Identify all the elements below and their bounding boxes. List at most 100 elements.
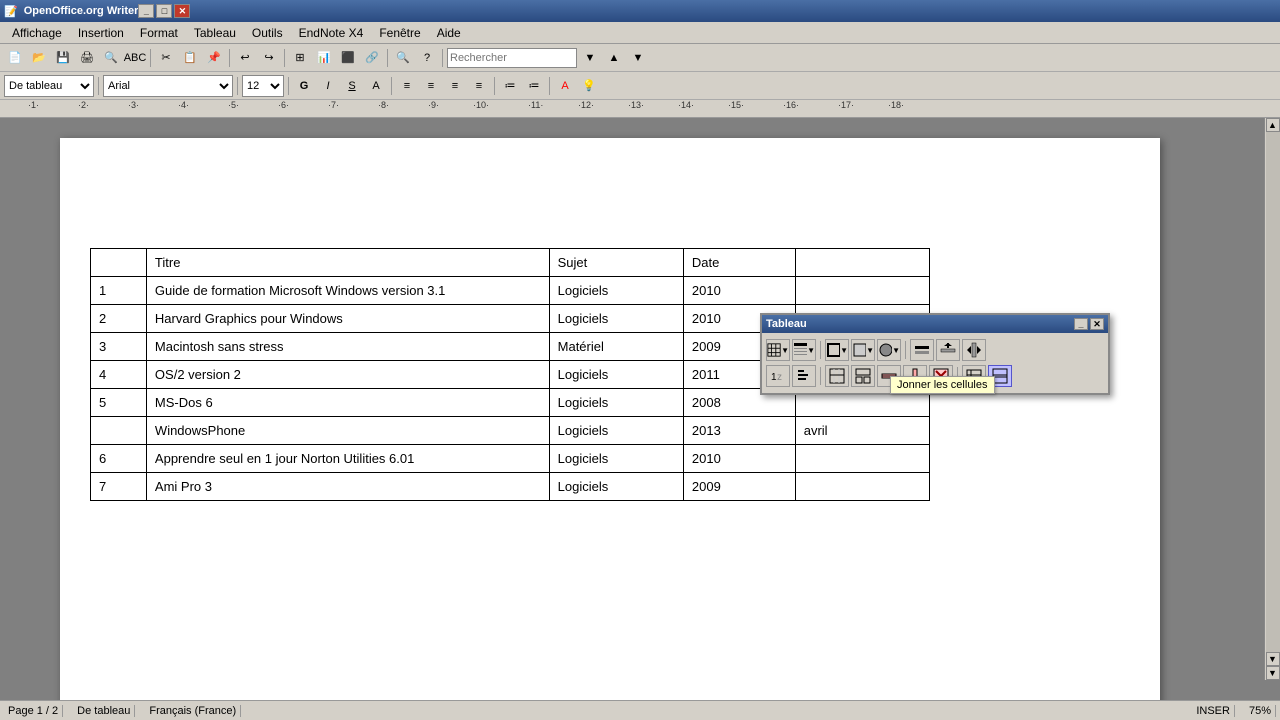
search-go-button[interactable]: ▼ bbox=[579, 47, 601, 69]
menu-affichage[interactable]: Affichage bbox=[4, 24, 70, 42]
optimize-button[interactable] bbox=[910, 339, 934, 361]
list-num-button[interactable]: ≔ bbox=[499, 75, 521, 97]
search-input[interactable] bbox=[447, 48, 577, 68]
panel-minimize-button[interactable]: _ bbox=[1074, 318, 1088, 330]
align-justify-button[interactable]: ≡ bbox=[468, 75, 490, 97]
menu-fenetre[interactable]: Fenêtre bbox=[371, 24, 428, 42]
cut-button[interactable]: ✂ bbox=[155, 47, 177, 69]
help-button[interactable]: ? bbox=[416, 47, 438, 69]
menu-outils[interactable]: Outils bbox=[244, 24, 291, 42]
cell-num-3[interactable]: 3 bbox=[91, 333, 147, 361]
table-button[interactable]: ⊞ bbox=[289, 47, 311, 69]
font-color-button[interactable]: A bbox=[554, 75, 576, 97]
background-button[interactable]: ▼ bbox=[851, 339, 875, 361]
italic-button[interactable]: I bbox=[317, 75, 339, 97]
cell-num-5[interactable]: 5 bbox=[91, 389, 147, 417]
cell-num-2[interactable]: 2 bbox=[91, 305, 147, 333]
spell-button[interactable]: ABC bbox=[124, 47, 146, 69]
align-center-button[interactable]: ≡ bbox=[420, 75, 442, 97]
undo-button[interactable]: ↩ bbox=[234, 47, 256, 69]
font-select[interactable]: Arial bbox=[103, 75, 233, 97]
cell-titre-7[interactable]: Ami Pro 3 bbox=[146, 473, 549, 501]
cell-sujet-6[interactable]: Logiciels bbox=[549, 445, 683, 473]
open-button[interactable]: 📂 bbox=[28, 47, 50, 69]
cell-num-4[interactable]: 4 bbox=[91, 361, 147, 389]
redo-button[interactable]: ↪ bbox=[258, 47, 280, 69]
align-top-button[interactable]: ▼ bbox=[792, 339, 816, 361]
cell-date-6[interactable]: 2010 bbox=[683, 445, 795, 473]
scroll-track[interactable] bbox=[1266, 132, 1280, 652]
scroll-up-button[interactable]: ▲ bbox=[1266, 118, 1280, 132]
paste-button[interactable]: 📌 bbox=[203, 47, 225, 69]
cell-sujet-2[interactable]: Logiciels bbox=[549, 305, 683, 333]
maximize-button[interactable]: □ bbox=[156, 4, 172, 18]
underline-button[interactable]: S bbox=[341, 75, 363, 97]
scroll-down2-button[interactable]: ▼ bbox=[1266, 666, 1280, 680]
size-select[interactable]: 12 bbox=[242, 75, 284, 97]
cell-extra-7[interactable] bbox=[795, 473, 929, 501]
cell-extra-1[interactable] bbox=[795, 277, 929, 305]
split-cells-button[interactable] bbox=[851, 365, 875, 387]
menu-format[interactable]: Format bbox=[132, 24, 186, 42]
insert-row-above-button[interactable] bbox=[936, 339, 960, 361]
cell-sujet-4[interactable]: Logiciels bbox=[549, 361, 683, 389]
cell-extra-6[interactable] bbox=[795, 445, 929, 473]
style-select[interactable]: De tableau bbox=[4, 75, 94, 97]
menu-aide[interactable]: Aide bbox=[429, 24, 469, 42]
header-date[interactable]: Date bbox=[683, 249, 795, 277]
menu-insertion[interactable]: Insertion bbox=[70, 24, 132, 42]
cell-sujet-1[interactable]: Logiciels bbox=[549, 277, 683, 305]
field-button[interactable]: ⬛ bbox=[337, 47, 359, 69]
hyperlink-button[interactable]: 🔗 bbox=[361, 47, 383, 69]
header-titre[interactable]: Titre bbox=[146, 249, 549, 277]
cell-num-1[interactable]: 1 bbox=[91, 277, 147, 305]
align-right-button[interactable]: ≡ bbox=[444, 75, 466, 97]
cell-titre-5b[interactable]: WindowsPhone bbox=[146, 417, 549, 445]
cell-sujet-7[interactable]: Logiciels bbox=[549, 473, 683, 501]
color-button[interactable]: ▼ bbox=[877, 339, 901, 361]
cell-num-6[interactable]: 6 bbox=[91, 445, 147, 473]
cell-extra-5b[interactable]: avril bbox=[795, 417, 929, 445]
close-button[interactable]: ✕ bbox=[174, 4, 190, 18]
cell-titre-1[interactable]: Guide de formation Microsoft Windows ver… bbox=[146, 277, 549, 305]
cell-titre-4[interactable]: OS/2 version 2 bbox=[146, 361, 549, 389]
sort-desc-button[interactable] bbox=[792, 365, 816, 387]
insert-table-button[interactable]: ▼ bbox=[766, 339, 790, 361]
chart-button[interactable]: 📊 bbox=[313, 47, 335, 69]
panel-title-bar[interactable]: Tableau _ ✕ bbox=[762, 315, 1108, 333]
sort-asc-button[interactable]: 1z bbox=[766, 365, 790, 387]
menu-tableau[interactable]: Tableau bbox=[186, 24, 244, 42]
cell-num-5b[interactable] bbox=[91, 417, 147, 445]
panel-close-button[interactable]: ✕ bbox=[1090, 318, 1104, 330]
cell-date-1[interactable]: 2010 bbox=[683, 277, 795, 305]
print-button[interactable]: 🖨 bbox=[76, 47, 98, 69]
menu-endnote[interactable]: EndNote X4 bbox=[291, 24, 372, 42]
cell-titre-6[interactable]: Apprendre seul en 1 jour Norton Utilitie… bbox=[146, 445, 549, 473]
minimize-button[interactable]: _ bbox=[138, 4, 154, 18]
border-button[interactable]: ▼ bbox=[825, 339, 849, 361]
cell-titre-5[interactable]: MS-Dos 6 bbox=[146, 389, 549, 417]
cell-titre-2[interactable]: Harvard Graphics pour Windows bbox=[146, 305, 549, 333]
list-bullet-button[interactable]: ≔ bbox=[523, 75, 545, 97]
cell-sujet-5b[interactable]: Logiciels bbox=[549, 417, 683, 445]
header-sujet[interactable]: Sujet bbox=[549, 249, 683, 277]
cell-titre-3[interactable]: Macintosh sans stress bbox=[146, 333, 549, 361]
find-button[interactable]: 🔍 bbox=[392, 47, 414, 69]
insert-col-button[interactable] bbox=[962, 339, 986, 361]
prev-result-button[interactable]: ▲ bbox=[603, 47, 625, 69]
strikethrough-button[interactable]: A bbox=[365, 75, 387, 97]
new-button[interactable]: 📄 bbox=[4, 47, 26, 69]
cell-date-7[interactable]: 2009 bbox=[683, 473, 795, 501]
highlight-button[interactable]: 💡 bbox=[578, 75, 600, 97]
save-button[interactable]: 💾 bbox=[52, 47, 74, 69]
cell-date-5b[interactable]: 2013 bbox=[683, 417, 795, 445]
merge-cells-button[interactable] bbox=[825, 365, 849, 387]
align-left-button[interactable]: ≡ bbox=[396, 75, 418, 97]
bold-button[interactable]: G bbox=[293, 75, 315, 97]
cell-sujet-3[interactable]: Matériel bbox=[549, 333, 683, 361]
copy-button[interactable]: 📋 bbox=[179, 47, 201, 69]
next-result-button[interactable]: ▼ bbox=[627, 47, 649, 69]
cell-num-7[interactable]: 7 bbox=[91, 473, 147, 501]
preview-button[interactable]: 🔍 bbox=[100, 47, 122, 69]
cell-sujet-5[interactable]: Logiciels bbox=[549, 389, 683, 417]
